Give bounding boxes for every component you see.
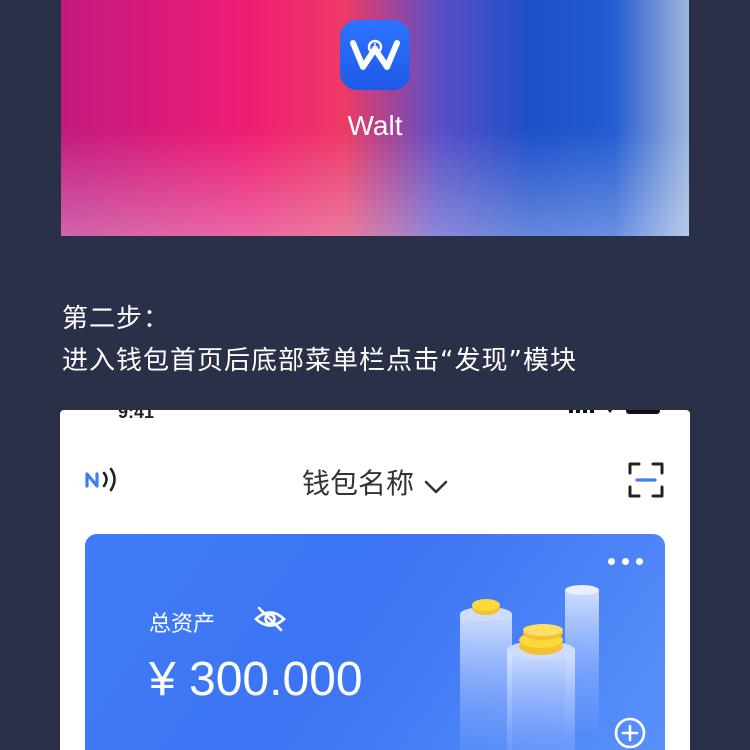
- promo-banner: Walt: [61, 0, 689, 236]
- walt-logo-icon: [350, 39, 400, 70]
- phone-screenshot: 9:41 钱包名称 总资产 ¥ 300.000: [60, 410, 690, 750]
- instruction-text: 第二步： 进入钱包首页后底部菜单栏点击“发现”模块: [62, 298, 577, 382]
- chevron-down-icon: [424, 469, 448, 502]
- step-description: 进入钱包首页后底部菜单栏点击“发现”模块: [62, 346, 577, 376]
- scan-icon[interactable]: [628, 462, 664, 502]
- asset-card[interactable]: 总资产 ¥ 300.000: [85, 534, 665, 750]
- wallet-name: 钱包名称: [301, 467, 414, 500]
- walt-app-icon[interactable]: [340, 20, 410, 90]
- step-title: 第二步：: [62, 304, 171, 334]
- app-name: Walt: [347, 110, 403, 141]
- signal-icon: [569, 410, 594, 413]
- more-dots-icon[interactable]: [608, 558, 643, 565]
- battery-icon: [626, 410, 660, 414]
- wifi-icon: [604, 410, 616, 413]
- status-icons: [569, 410, 660, 414]
- total-assets-value: ¥ 300.000: [149, 653, 363, 706]
- eye-off-icon[interactable]: [253, 604, 287, 638]
- plus-circle-icon[interactable]: [613, 716, 647, 750]
- total-assets-label: 总资产: [149, 612, 216, 637]
- wallet-selector[interactable]: 钱包名称: [60, 462, 690, 502]
- status-time: 9:41: [118, 410, 155, 422]
